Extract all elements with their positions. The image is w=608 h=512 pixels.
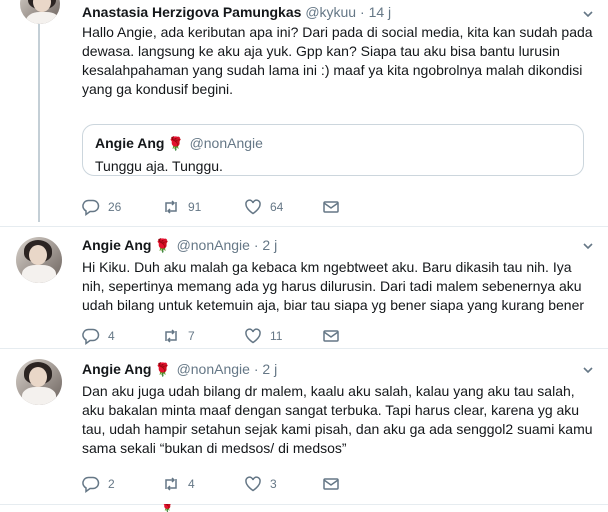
quote-author-handle: @nonAngie — [189, 135, 263, 151]
heart-icon — [245, 476, 261, 492]
rose-emoji: 🌹 — [154, 238, 171, 253]
timestamp[interactable]: 14 j — [369, 4, 392, 20]
timestamp[interactable]: 2 j — [262, 237, 277, 253]
like-button[interactable]: 3 — [244, 475, 277, 493]
quote-author-name: Angie Ang — [95, 135, 165, 151]
retweet-icon — [165, 200, 177, 214]
like-button[interactable]: 11 — [244, 327, 282, 345]
retweet-count: 91 — [188, 200, 202, 214]
envelope-icon — [323, 330, 339, 342]
timestamp[interactable]: 2 j — [262, 361, 277, 377]
tweet-3[interactable]: Angie Ang 🌹 @nonAngie · 2 j Dan aku juga … — [0, 349, 608, 499]
heart-icon — [245, 328, 261, 344]
retweet-button[interactable]: 91 — [162, 198, 201, 216]
author-handle[interactable]: @nonAngie — [177, 237, 250, 253]
tweet-1[interactable]: Anastasia Herzigova Pamungkas @kykuu · 1… — [0, 0, 608, 226]
dm-button[interactable] — [322, 475, 348, 493]
separator-dot: · — [253, 361, 259, 377]
rose-emoji: 🌹 — [161, 504, 174, 512]
tweet-header: Anastasia Herzigova Pamungkas @kykuu · 1… — [82, 4, 391, 20]
envelope-icon — [323, 201, 339, 213]
chevron-down-icon[interactable] — [582, 364, 594, 376]
avatar[interactable] — [20, 0, 60, 24]
quote-text: Tunggu aja. Tunggu. — [95, 158, 223, 174]
avatar[interactable] — [16, 237, 62, 283]
tweet-text: Hallo Angie, ada keributan apa ini? Dari… — [82, 24, 593, 97]
author-handle[interactable]: @kykuu — [305, 4, 356, 20]
avatar[interactable] — [16, 359, 62, 405]
tweet-text: Dan aku juga udah bilang dr malem, kaalu… — [82, 383, 593, 456]
like-count: 64 — [270, 200, 284, 214]
separator-dot: · — [253, 237, 259, 253]
rose-emoji: 🌹 — [154, 362, 171, 377]
dm-button[interactable] — [322, 198, 348, 216]
retweet-count: 7 — [188, 329, 195, 343]
reply-count: 4 — [108, 329, 115, 343]
tweet-actions: 26 91 64 — [82, 198, 382, 218]
tweet-actions: 2 4 3 — [82, 475, 382, 495]
retweet-icon — [165, 477, 177, 491]
like-button[interactable]: 64 — [244, 198, 283, 216]
reply-icon — [82, 199, 100, 216]
heart-icon — [245, 199, 261, 215]
tweet-actions: 4 7 11 — [82, 327, 382, 347]
reply-count: 2 — [108, 477, 115, 491]
dm-button[interactable] — [322, 327, 348, 345]
quote-header: Angie Ang 🌹 @nonAngie — [95, 135, 263, 152]
tweet-header: Angie Ang 🌹 @nonAngie · 2 j — [82, 361, 277, 378]
separator-dot: · — [360, 4, 365, 20]
reply-button[interactable]: 2 — [82, 475, 115, 493]
tweet-header: Angie Ang 🌹 @nonAngie · 2 j — [82, 237, 277, 254]
retweet-count: 4 — [188, 477, 195, 491]
retweet-button[interactable]: 4 — [162, 475, 195, 493]
rose-emoji: 🌹 — [167, 136, 184, 151]
reply-button[interactable]: 26 — [82, 198, 121, 216]
envelope-icon — [323, 478, 339, 490]
author-handle[interactable]: @nonAngie — [177, 361, 250, 377]
reply-count: 26 — [108, 200, 122, 214]
tweet-divider — [0, 504, 608, 505]
reply-icon — [82, 476, 100, 493]
author-name[interactable]: Anastasia Herzigova Pamungkas — [82, 4, 301, 20]
author-name[interactable]: Angie Ang — [82, 237, 151, 253]
retweet-button[interactable]: 7 — [162, 327, 195, 345]
like-count: 3 — [270, 477, 277, 491]
tweet-2[interactable]: Angie Ang 🌹 @nonAngie · 2 j Hi Kiku. Duh … — [0, 227, 608, 347]
like-count: 11 — [270, 329, 283, 343]
author-name[interactable]: Angie Ang — [82, 361, 151, 377]
chevron-down-icon[interactable] — [582, 8, 594, 20]
tweet-text: Hi Kiku. Duh aku malah ga kebaca km ngeb… — [82, 259, 585, 313]
reply-icon — [82, 328, 100, 345]
reply-button[interactable]: 4 — [82, 327, 115, 345]
quoted-tweet[interactable]: Angie Ang 🌹 @nonAngie Tunggu aja. Tunggu. — [82, 124, 584, 176]
chevron-down-icon[interactable] — [582, 240, 594, 252]
retweet-icon — [165, 329, 177, 343]
